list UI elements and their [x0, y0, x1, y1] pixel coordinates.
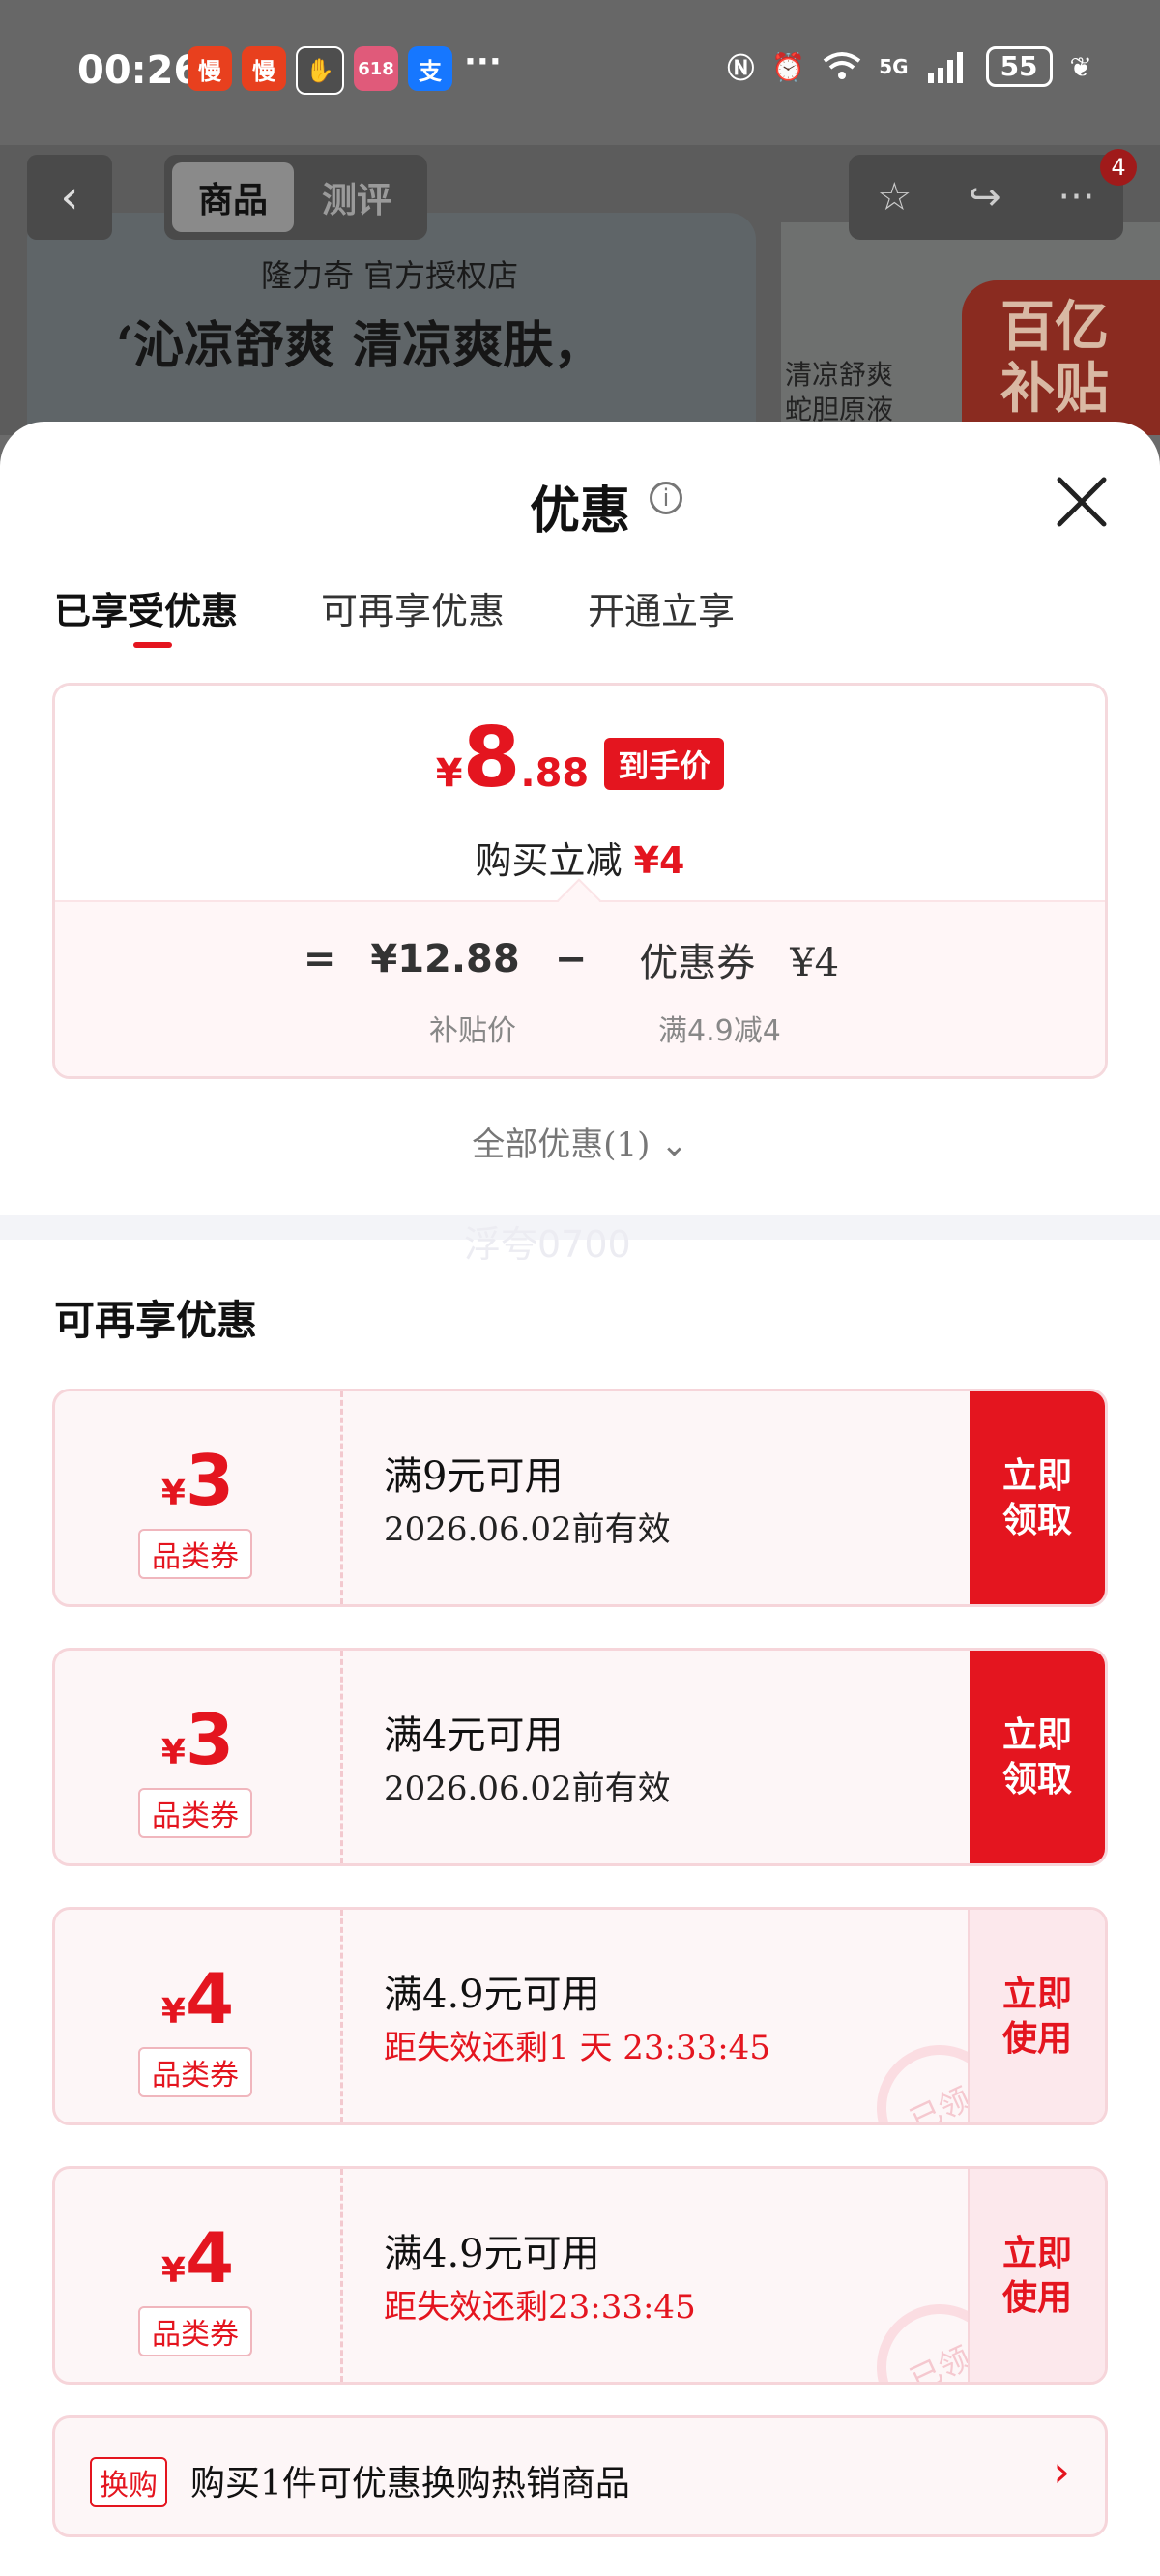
store-name: 隆力奇 官方授权店	[261, 257, 519, 294]
product-header: 隆力奇 官方授权店 ‘沁凉舒爽 清凉爽肤， 清凉舒爽 蛇胆原液 百亿 补贴 ‹ …	[0, 145, 1160, 435]
active-tab-indicator	[133, 642, 172, 648]
app-icon-618: 618	[354, 46, 398, 91]
coupon-rule: 满4.9减4	[658, 1014, 781, 1048]
coupon-card: ¥3 品类券 满9元可用 2026.06.02前有效 立即 领取	[52, 1389, 1108, 1607]
coupon-amount: ¥4	[160, 2217, 235, 2298]
battery-icon: 55	[985, 46, 1053, 87]
header-actions: ☆ ↪ ···	[849, 155, 1123, 240]
notification-icons: 慢 慢 ✋ 618 支	[188, 46, 452, 95]
coupon-type: 品类券	[138, 1529, 252, 1579]
tab-enjoyed[interactable]: 已享受优惠	[54, 581, 238, 634]
chevron-right-icon: ›	[1053, 2447, 1070, 2497]
offer-tabs: 已享受优惠 可再享优惠 开通立享	[54, 581, 818, 634]
close-icon[interactable]	[1052, 472, 1112, 532]
section-title: 可再享优惠	[54, 1297, 258, 1344]
exchange-tag: 换购	[90, 2457, 167, 2507]
sheet-title: 优惠	[529, 482, 630, 541]
purchase-reduction: 购买立减 ¥4	[475, 839, 685, 882]
banner-slogan: ‘沁凉舒爽 清凉爽肤，	[116, 316, 604, 375]
exchange-text: 购买1件可优惠换购热销商品	[190, 2464, 630, 2503]
use-button[interactable]: 立即 使用	[968, 1910, 1105, 2122]
use-button[interactable]: 立即 使用	[968, 2169, 1105, 2382]
base-price-label: 补贴价	[429, 1014, 516, 1048]
tab-more-available[interactable]: 可再享优惠	[321, 581, 505, 634]
coupon-type: 品类券	[138, 2047, 252, 2097]
share-icon[interactable]: ↪	[969, 175, 1001, 220]
back-button[interactable]: ‹	[27, 155, 112, 240]
base-price: ¥12.88	[370, 937, 520, 981]
claim-button[interactable]: 立即 领取	[970, 1651, 1105, 1863]
more-icon[interactable]: ···	[1058, 175, 1094, 220]
coupon-type: 品类券	[138, 1788, 252, 1838]
leaf-icon: ❦	[1069, 50, 1092, 83]
signal-icon	[927, 52, 963, 83]
network-type: 5G	[879, 55, 909, 78]
nfc-icon: Ⓝ	[727, 52, 755, 84]
coupon-condition: 满4.9元可用	[384, 1973, 600, 2017]
final-price-tag: 到手价	[604, 738, 725, 790]
claim-button[interactable]: 立即 领取	[970, 1391, 1105, 1604]
coupon-amount: ¥3	[160, 1440, 235, 1521]
all-promotions-toggle[interactable]: 全部优惠(1) ⌄	[0, 1118, 1160, 1165]
wifi-icon	[823, 52, 861, 79]
info-icon[interactable]: i	[650, 482, 682, 514]
coupon-condition: 满4元可用	[384, 1713, 564, 1758]
more-notifications-icon: ···	[464, 43, 502, 81]
tab-product[interactable]: 商品	[172, 162, 294, 232]
coupon-deduction: 优惠券 ¥4	[639, 941, 840, 985]
watermark: 浮夸0700	[464, 1223, 631, 1266]
alipay-icon: 支	[408, 46, 452, 91]
coupon-expiry: 2026.06.02前有效	[384, 1510, 671, 1549]
status-bar: 00:26 慢 慢 ✋ 618 支 ··· Ⓝ ⏰ 5G 55 ❦	[0, 0, 1160, 145]
offers-sheet: 优惠 i 已享受优惠 可再享优惠 开通立享 ¥ 8 .88 到手价 购买立减 ¥…	[0, 422, 1160, 2576]
coupon-amount: ¥3	[160, 1699, 235, 1780]
coupon-type: 品类券	[138, 2306, 252, 2356]
coupon-condition: 满9元可用	[384, 1454, 564, 1499]
tab-activate[interactable]: 开通立享	[588, 581, 735, 634]
status-time: 00:26	[77, 48, 201, 93]
coupon-condition: 满4.9元可用	[384, 2232, 600, 2276]
subsidy-badge: 百亿 补贴	[962, 280, 1160, 435]
price-card: ¥ 8 .88 到手价 购买立减 ¥4 = ¥12.88 − 优惠券 ¥4 补贴价…	[52, 683, 1108, 1079]
alarm-icon: ⏰	[771, 50, 806, 83]
app-icon-man: 慢	[242, 46, 286, 91]
coupon-amount: ¥4	[160, 1958, 235, 2039]
coupon-card: ¥3 品类券 满4元可用 2026.06.02前有效 立即 领取	[52, 1648, 1108, 1866]
chevron-left-icon: ‹	[60, 170, 79, 224]
coupon-card: ¥4 品类券 满4.9元可用 距失效还剩1 天 23:33:45 已领 立即 使…	[52, 1907, 1108, 2125]
tab-review[interactable]: 测评	[296, 162, 418, 232]
price-breakdown: = ¥12.88 − 优惠券 ¥4 补贴价 满4.9减4	[55, 900, 1105, 1076]
coupon-countdown: 距失效还剩1 天 23:33:45	[384, 2029, 770, 2067]
coupon-countdown: 距失效还剩23:33:45	[384, 2288, 696, 2327]
star-icon[interactable]: ☆	[877, 175, 912, 220]
app-icon-man: 慢	[188, 46, 232, 91]
notification-badge: 4	[1100, 149, 1137, 186]
product-tabs: 商品 测评	[164, 155, 427, 240]
product-image-text: 清凉舒爽 蛇胆原液	[785, 359, 894, 425]
coupon-card: ¥4 品类券 满4.9元可用 距失效还剩23:33:45 已领 立即 使用	[52, 2166, 1108, 2385]
exchange-offer-row[interactable]: 换购 购买1件可优惠换购热销商品 ›	[52, 2415, 1108, 2537]
hand-icon: ✋	[296, 46, 344, 95]
final-price: ¥ 8 .88 到手价	[55, 715, 1105, 802]
status-indicators: Ⓝ ⏰ 5G 55 ❦	[727, 46, 1092, 87]
chevron-down-icon: ⌄	[660, 1126, 688, 1164]
coupon-expiry: 2026.06.02前有效	[384, 1770, 671, 1808]
